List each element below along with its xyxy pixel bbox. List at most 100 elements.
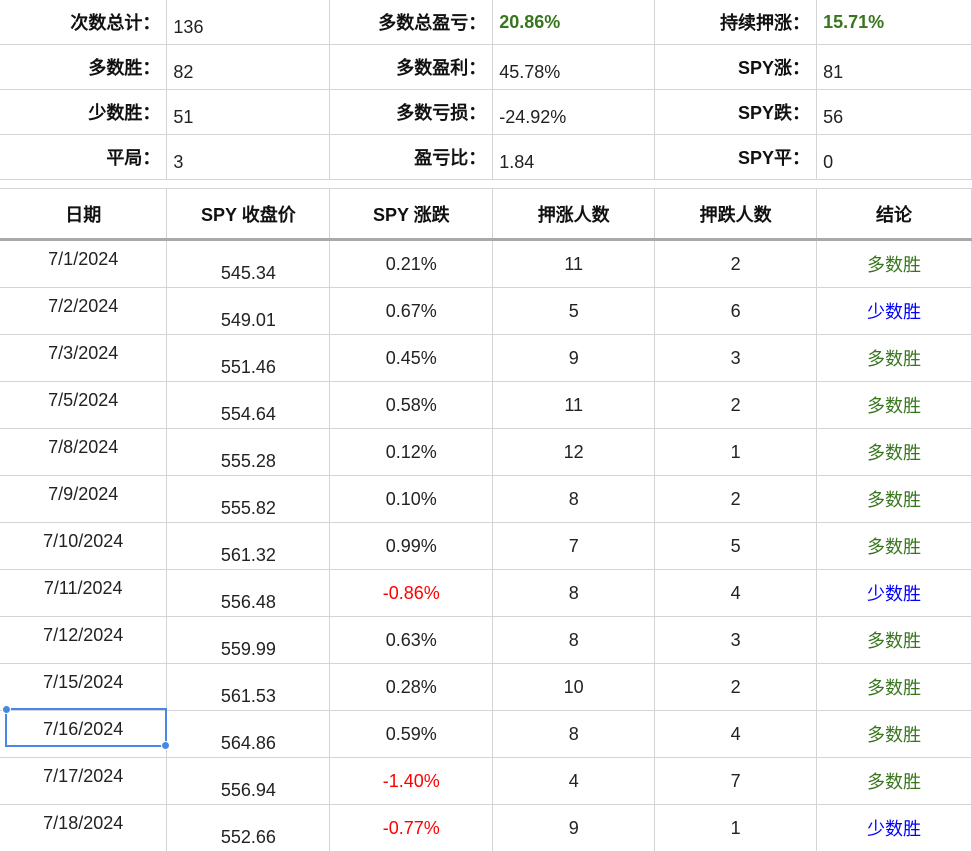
cell-spy-close[interactable]: 554.64 (166, 381, 331, 429)
summary-label[interactable]: 多数盈利： (329, 44, 494, 90)
header-date[interactable]: 日期 (0, 189, 168, 241)
cell-date[interactable]: 7/3/2024 (0, 334, 168, 382)
summary-label[interactable]: 持续押涨： (654, 0, 818, 45)
cell-bet-down-count[interactable]: 2 (654, 663, 818, 711)
cell-conclusion[interactable]: 多数胜 (816, 616, 972, 664)
cell-spy-close[interactable]: 556.48 (166, 569, 331, 617)
cell-spy-change[interactable]: 0.21% (329, 239, 494, 288)
summary-label[interactable]: SPY跌： (654, 89, 818, 135)
cell-bet-down-count[interactable]: 2 (654, 475, 818, 523)
header-bet-down-count[interactable]: 押跌人数 (654, 189, 818, 241)
cell-conclusion[interactable]: 少数胜 (816, 569, 972, 617)
cell-date[interactable]: 7/17/2024 (0, 757, 168, 805)
cell-spy-change[interactable]: -0.86% (329, 569, 494, 617)
cell-conclusion[interactable]: 多数胜 (816, 757, 972, 805)
cell-spy-change[interactable]: -1.40% (329, 757, 494, 805)
cell-bet-down-count[interactable]: 4 (654, 569, 818, 617)
cell-bet-up-count[interactable]: 7 (492, 522, 656, 570)
cell-date[interactable]: 7/16/2024 (0, 710, 168, 758)
cell-conclusion[interactable]: 多数胜 (816, 475, 972, 523)
empty-row[interactable] (0, 156, 972, 189)
summary-label[interactable]: 多数胜： (0, 44, 168, 90)
cell-bet-down-count[interactable]: 6 (654, 287, 818, 335)
cell-spy-change[interactable]: 0.67% (329, 287, 494, 335)
summary-value[interactable]: 51 (166, 89, 331, 135)
cell-conclusion[interactable]: 多数胜 (816, 381, 972, 429)
cell-bet-up-count[interactable]: 11 (492, 239, 656, 288)
cell-conclusion[interactable]: 少数胜 (816, 287, 972, 335)
cell-bet-up-count[interactable]: 9 (492, 804, 656, 852)
cell-bet-up-count[interactable]: 4 (492, 757, 656, 805)
summary-label[interactable]: SPY涨： (654, 44, 818, 90)
cell-spy-close[interactable]: 564.86 (166, 710, 331, 758)
summary-label[interactable]: 少数胜： (0, 89, 168, 135)
summary-label[interactable]: 次数总计： (0, 0, 168, 45)
cell-date[interactable]: 7/11/2024 (0, 569, 168, 617)
cell-conclusion[interactable]: 多数胜 (816, 522, 972, 570)
cell-bet-down-count[interactable]: 4 (654, 710, 818, 758)
summary-value[interactable]: 15.71% (816, 0, 972, 45)
cell-spy-close[interactable]: 552.66 (166, 804, 331, 852)
cell-bet-up-count[interactable]: 5 (492, 287, 656, 335)
cell-date[interactable]: 7/9/2024 (0, 475, 168, 523)
cell-spy-close[interactable]: 559.99 (166, 616, 331, 664)
cell-spy-close[interactable]: 551.46 (166, 334, 331, 382)
cell-conclusion[interactable]: 多数胜 (816, 239, 972, 288)
cell-spy-close[interactable]: 545.34 (166, 239, 331, 288)
summary-value[interactable]: 20.86% (492, 0, 656, 45)
header-spy-close[interactable]: SPY 收盘价 (166, 189, 331, 241)
summary-label[interactable]: 多数总盈亏： (329, 0, 494, 45)
cell-bet-up-count[interactable]: 8 (492, 710, 656, 758)
header-spy-change[interactable]: SPY 涨跌 (329, 189, 494, 241)
cell-spy-change[interactable]: -0.77% (329, 804, 494, 852)
cell-date[interactable]: 7/8/2024 (0, 428, 168, 476)
cell-spy-change[interactable]: 0.10% (329, 475, 494, 523)
cell-conclusion[interactable]: 多数胜 (816, 663, 972, 711)
cell-bet-down-count[interactable]: 2 (654, 239, 818, 288)
cell-bet-up-count[interactable]: 12 (492, 428, 656, 476)
cell-bet-up-count[interactable]: 9 (492, 334, 656, 382)
summary-value[interactable]: 45.78% (492, 44, 656, 90)
cell-bet-up-count[interactable]: 8 (492, 616, 656, 664)
header-conclusion[interactable]: 结论 (816, 189, 972, 241)
cell-bet-down-count[interactable]: 2 (654, 381, 818, 429)
cell-conclusion[interactable]: 多数胜 (816, 710, 972, 758)
cell-spy-change[interactable]: 0.59% (329, 710, 494, 758)
cell-date[interactable]: 7/5/2024 (0, 381, 168, 429)
cell-spy-change[interactable]: 0.58% (329, 381, 494, 429)
cell-spy-change[interactable]: 0.63% (329, 616, 494, 664)
cell-date[interactable]: 7/18/2024 (0, 804, 168, 852)
cell-bet-down-count[interactable]: 7 (654, 757, 818, 805)
cell-conclusion[interactable]: 多数胜 (816, 428, 972, 476)
cell-bet-down-count[interactable]: 5 (654, 522, 818, 570)
cell-bet-down-count[interactable]: 3 (654, 334, 818, 382)
cell-bet-up-count[interactable]: 8 (492, 569, 656, 617)
cell-bet-down-count[interactable]: 1 (654, 428, 818, 476)
cell-spy-change[interactable]: 0.28% (329, 663, 494, 711)
cell-spy-change[interactable]: 0.12% (329, 428, 494, 476)
cell-bet-down-count[interactable]: 3 (654, 616, 818, 664)
cell-spy-change[interactable]: 0.45% (329, 334, 494, 382)
summary-value[interactable]: -24.92% (492, 89, 656, 135)
cell-bet-down-count[interactable]: 1 (654, 804, 818, 852)
cell-bet-up-count[interactable]: 11 (492, 381, 656, 429)
cell-bet-up-count[interactable]: 8 (492, 475, 656, 523)
cell-date[interactable]: 7/15/2024 (0, 663, 168, 711)
header-bet-up-count[interactable]: 押涨人数 (492, 189, 656, 241)
cell-spy-close[interactable]: 561.32 (166, 522, 331, 570)
summary-label[interactable]: 多数亏损： (329, 89, 494, 135)
summary-value[interactable]: 56 (816, 89, 972, 135)
cell-date[interactable]: 7/1/2024 (0, 239, 168, 288)
cell-date[interactable]: 7/12/2024 (0, 616, 168, 664)
cell-date[interactable]: 7/10/2024 (0, 522, 168, 570)
summary-value[interactable]: 82 (166, 44, 331, 90)
cell-conclusion[interactable]: 多数胜 (816, 334, 972, 382)
summary-value[interactable]: 81 (816, 44, 972, 90)
cell-spy-close[interactable]: 561.53 (166, 663, 331, 711)
cell-spy-close[interactable]: 555.28 (166, 428, 331, 476)
cell-spy-change[interactable]: 0.99% (329, 522, 494, 570)
cell-conclusion[interactable]: 少数胜 (816, 804, 972, 852)
cell-spy-close[interactable]: 549.01 (166, 287, 331, 335)
cell-spy-close[interactable]: 556.94 (166, 757, 331, 805)
cell-spy-close[interactable]: 555.82 (166, 475, 331, 523)
